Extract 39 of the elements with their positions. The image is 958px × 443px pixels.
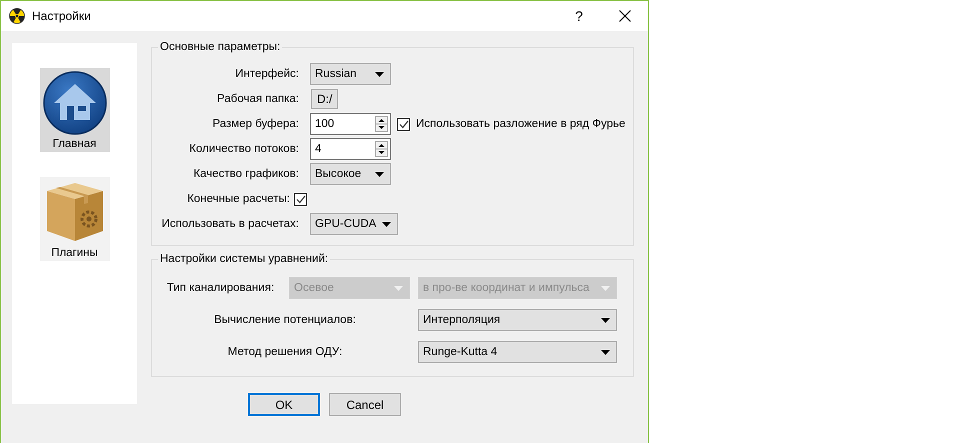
dropdown[interactable]: Интерполяция <box>418 309 617 331</box>
dropdown-arrow-icon <box>601 318 610 322</box>
field-label: Качество графиков: <box>192 168 299 180</box>
close-icon <box>619 10 631 22</box>
group-title: Основные параметры: <box>158 40 282 55</box>
field-label: Тип каналирования: <box>166 282 276 294</box>
dropdown-arrow-icon <box>394 286 403 290</box>
checkbox-label: Использовать разложение в ряд Фурье <box>416 118 626 130</box>
dialog-button[interactable]: OK <box>248 393 320 416</box>
sidebar-item[interactable]: Плагины <box>40 177 110 261</box>
spin-box[interactable]: 100 <box>310 113 391 135</box>
folder-button[interactable]: D:/ <box>311 89 338 109</box>
dropdown-arrow-icon <box>601 350 610 354</box>
checkbox[interactable] <box>397 118 410 130</box>
field-label: Метод решения ОДУ: <box>226 346 344 358</box>
window-title: Настройки <box>32 9 92 23</box>
field-label: Количество потоков: <box>188 143 299 155</box>
field-label: Вычисление потенциалов: <box>213 314 357 326</box>
dropdown-arrow-icon <box>375 172 384 176</box>
sidebar-item[interactable]: Главная <box>40 68 110 152</box>
dropdown-arrow-icon <box>601 286 610 290</box>
dropdown[interactable]: GPU-CUDA <box>310 213 398 235</box>
dropdown[interactable]: Russian <box>310 63 391 85</box>
checkbox[interactable] <box>294 192 307 206</box>
field-label: Размер буфера: <box>211 118 299 130</box>
field-label: Конечные расчеты: <box>187 193 290 205</box>
dropdown[interactable]: Runge-Kutta 4 <box>418 341 617 363</box>
spin-box[interactable]: 4 <box>310 138 391 160</box>
dropdown-arrow-icon <box>375 72 384 76</box>
field-label: Использовать в расчетах: <box>160 218 299 230</box>
dialog-button[interactable]: Cancel <box>329 393 401 416</box>
field-label: Интерфейс: <box>234 68 299 80</box>
dropdown[interactable]: Высокое <box>310 163 391 185</box>
radiation-icon <box>9 8 25 24</box>
dropdown-arrow-icon <box>382 222 392 226</box>
home-icon <box>42 70 108 136</box>
group-title: Настройки системы уравнений: <box>158 252 330 267</box>
field-label: Рабочая папка: <box>216 93 299 105</box>
help-button[interactable]: ? <box>556 1 602 31</box>
